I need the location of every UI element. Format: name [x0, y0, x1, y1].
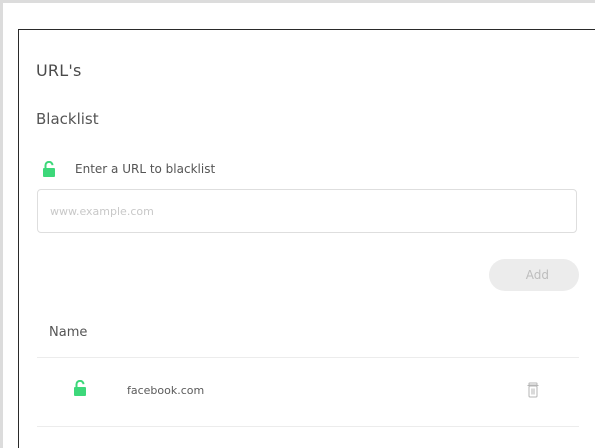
- blacklist-heading: Blacklist: [36, 110, 99, 128]
- blacklist-card: URL's Blacklist Enter a URL to blacklist…: [18, 29, 595, 448]
- table-header: Name: [37, 325, 579, 358]
- blacklist-lock-row: Enter a URL to blacklist: [42, 159, 215, 179]
- row-domain: facebook.com: [127, 384, 205, 397]
- column-header-name: Name: [49, 325, 88, 340]
- table-row: facebook.com: [37, 364, 579, 427]
- url-input-label: Enter a URL to blacklist: [75, 162, 216, 176]
- trash-icon[interactable]: [526, 382, 540, 398]
- section-title: URL's: [36, 61, 82, 80]
- unlocked-padlock-icon: [42, 160, 56, 177]
- add-button[interactable]: Add: [489, 259, 579, 291]
- unlocked-padlock-icon[interactable]: [73, 379, 87, 400]
- url-input[interactable]: [37, 189, 577, 233]
